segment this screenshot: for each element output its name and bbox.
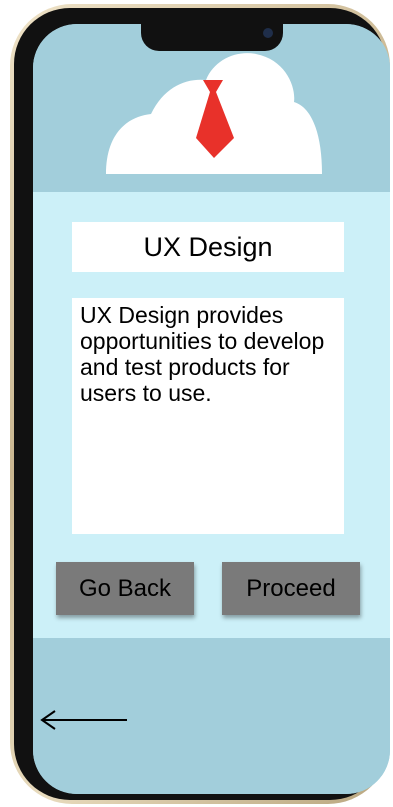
description-text: UX Design provides opportunities to deve… [72,298,344,534]
content-panel: UX Design UX Design provides opportuniti… [33,192,390,638]
app-screen: UX Design UX Design provides opportuniti… [33,24,390,794]
page-title: UX Design [72,222,344,272]
cloud-tie-icon [106,53,322,174]
bottom-area [33,638,390,794]
left-arrow-icon[interactable] [39,708,131,732]
proceed-button[interactable]: Proceed [222,562,360,615]
go-back-button[interactable]: Go Back [56,562,194,615]
notch [141,24,283,51]
camera-icon [263,28,273,38]
